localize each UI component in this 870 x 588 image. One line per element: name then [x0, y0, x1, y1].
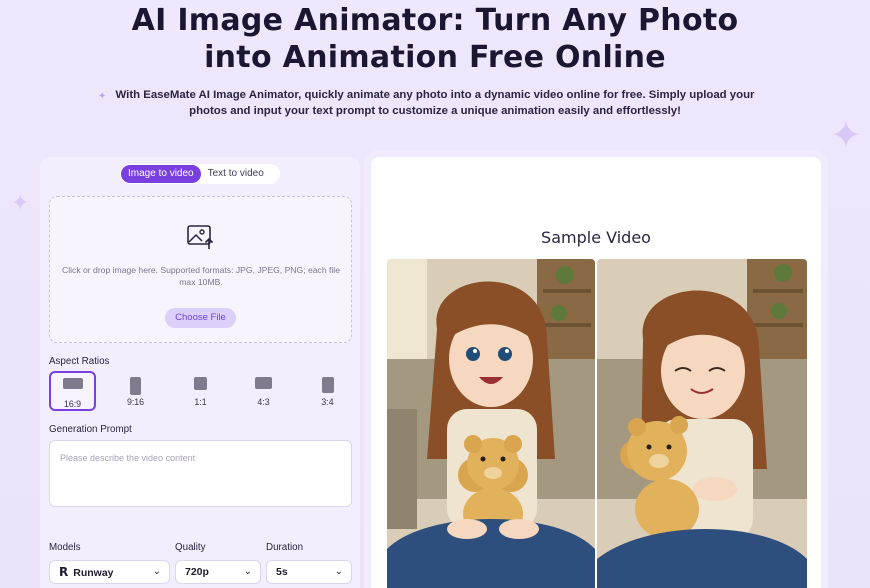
generation-prompt-label: Generation Prompt	[49, 424, 132, 435]
prompt-textarea[interactable]: Please describe the video content	[49, 440, 352, 507]
page-title-line-2: into Animation Free Online	[204, 40, 666, 75]
upload-hint: Click or drop image here. Supported form…	[62, 265, 340, 287]
mode-tabs: Image to video Text to video	[120, 164, 280, 184]
ratio-9-16[interactable]: 9:16	[112, 371, 159, 411]
aspect-ratios-label: Aspect Ratios	[49, 356, 110, 367]
sample-video-image	[387, 259, 595, 588]
chevron-down-icon: ⌄	[243, 566, 252, 577]
ratio-label: 4:3	[257, 397, 270, 407]
quality-select[interactable]: 720p ⌄	[175, 560, 261, 584]
ratio-3-4-icon	[321, 377, 334, 393]
tab-image-to-video[interactable]: Image to video	[121, 165, 201, 183]
page-title-line-1: AI Image Animator: Turn Any Photo	[131, 3, 739, 38]
image-upload-icon	[187, 225, 214, 249]
chevron-down-icon: ⌄	[152, 566, 161, 577]
page-title: AI Image Animator: Turn Any Photo into A…	[0, 2, 870, 76]
sparkle-icon: ✦	[830, 115, 862, 157]
duration-label: Duration	[266, 542, 304, 553]
runway-logo-icon: R	[59, 565, 69, 579]
chevron-down-icon: ⌄	[334, 566, 343, 577]
ratio-4-3-icon	[255, 377, 272, 389]
quality-label: Quality	[175, 542, 206, 553]
ratio-label: 9:16	[126, 397, 145, 407]
sparkle-icon: ✦	[11, 190, 30, 215]
page-subtitle: With EaseMate AI Image Animator, quickly…	[115, 89, 755, 117]
model-select[interactable]: R Runway ⌄	[49, 560, 170, 584]
ratio-label: 16:9	[63, 399, 82, 409]
tab-text-to-video[interactable]: Text to video	[201, 165, 271, 183]
ratio-16-9-icon	[62, 378, 83, 389]
ratio-label: 3:4	[321, 397, 334, 407]
sample-video-image	[597, 259, 807, 588]
ratio-4-3[interactable]: 4:3	[240, 371, 287, 411]
choose-file-button[interactable]: Choose File	[165, 308, 236, 328]
ratio-1-1-icon	[194, 377, 207, 390]
ratio-label: 1:1	[194, 397, 207, 407]
ratio-9-16-icon	[130, 377, 141, 395]
sample-video-title: Sample Video	[541, 228, 651, 247]
ratio-1-1[interactable]: 1:1	[177, 371, 224, 411]
ratio-3-4[interactable]: 3:4	[304, 371, 351, 411]
duration-value: 5s	[276, 566, 288, 578]
quality-value: 720p	[185, 566, 209, 578]
image-dropzone[interactable]: Click or drop image here. Supported form…	[49, 196, 352, 343]
duration-select[interactable]: 5s ⌄	[266, 560, 352, 584]
model-value: Runway	[73, 567, 114, 579]
ratio-16-9[interactable]: 16:9	[49, 371, 96, 411]
aspect-ratio-options: 16:9 9:16 1:1 4:3 3:4	[49, 371, 352, 411]
sample-video-panel: Sample Video	[371, 157, 821, 588]
sample-frame-after[interactable]	[597, 259, 807, 588]
models-label: Models	[49, 542, 81, 553]
sample-frame-before[interactable]	[387, 259, 595, 588]
generator-panel: Image to video Text to video Click or dr…	[40, 157, 360, 588]
